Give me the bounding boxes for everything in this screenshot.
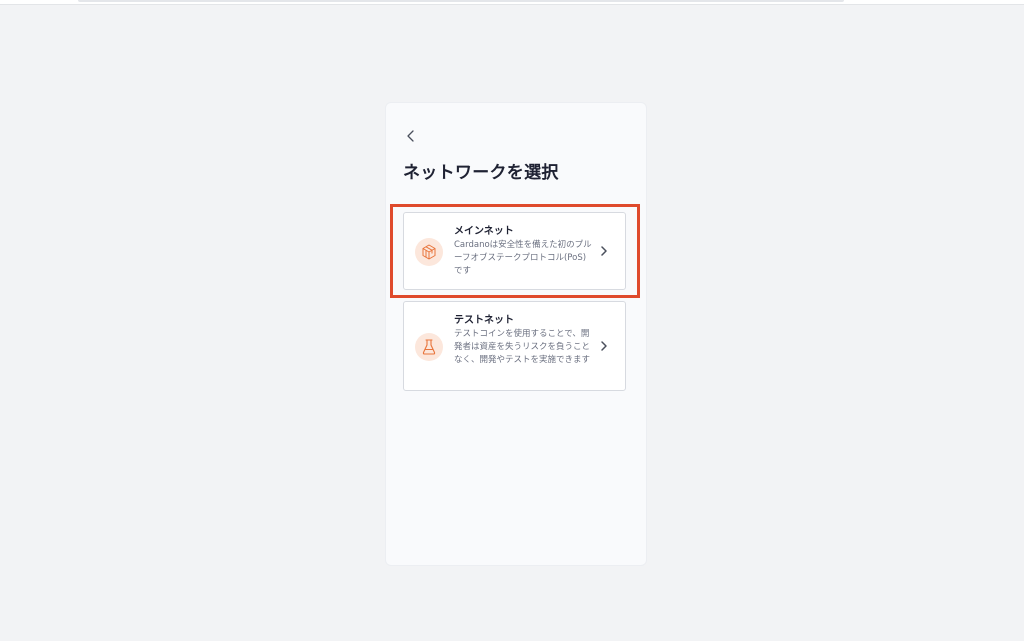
browser-top-bar [0,0,1024,5]
network-option-mainnet[interactable]: メインネット Cardanoは安全性を備えた初のプルーフオブステークプロトコル(… [403,212,626,290]
testnet-icon-badge [415,333,443,361]
mainnet-icon-badge [415,238,443,266]
address-bar-edge [78,0,844,2]
chevron-right-icon [599,340,609,352]
chevron-right-icon [599,245,609,257]
network-description: Cardanoは安全性を備えた初のプルーフオブステークプロトコル(PoS)です [454,240,592,276]
back-button[interactable] [402,127,420,145]
network-option-testnet[interactable]: テストネット テストコインを使用することで、開発者は資産を失うリスクを負うことな… [403,301,626,391]
page-title: ネットワークを選択 [403,163,559,183]
chevron-left-icon [407,130,414,142]
network-title: メインネット [454,226,514,237]
network-description: テストコインを使用することで、開発者は資産を失うリスクを負うことなく、開発やテス… [454,329,591,365]
network-title: テストネット [454,315,514,326]
flask-icon [422,339,436,355]
network-select-panel: ネットワークを選択 メインネット Cardanoは安全性を備えた初のプルーフオブ… [385,102,647,566]
cube-icon [422,244,436,260]
